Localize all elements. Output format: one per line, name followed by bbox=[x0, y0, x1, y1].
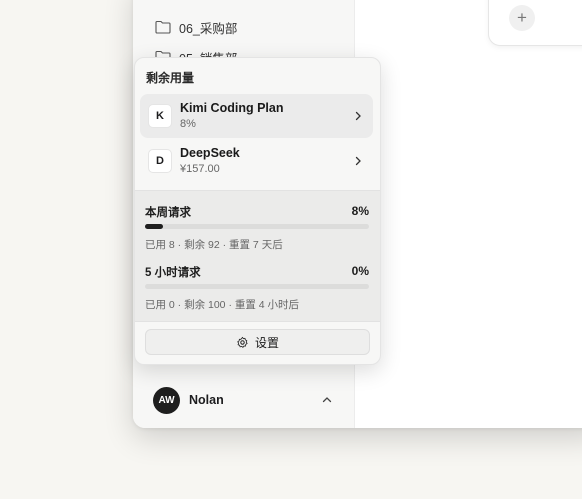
plan-usage: 8% bbox=[180, 118, 196, 130]
five-hour-requests-label: 5 小时请求 bbox=[145, 267, 201, 279]
chevron-right-icon bbox=[355, 111, 361, 121]
five-hour-progress-bar bbox=[145, 284, 369, 289]
plus-icon[interactable]: + bbox=[509, 5, 535, 31]
content-card: + bbox=[488, 0, 582, 46]
five-hour-usage-detail: 已用 0 · 剩余 100 · 重置 4 小时后 bbox=[145, 299, 300, 311]
folder-label: 06_采购部 bbox=[179, 21, 238, 36]
weekly-requests-label: 本周请求 bbox=[145, 207, 191, 219]
avatar: AW bbox=[153, 386, 180, 414]
chevron-right-icon bbox=[355, 156, 361, 166]
settings-button[interactable]: 设置 bbox=[145, 329, 370, 355]
deepseek-logo-icon: D bbox=[148, 149, 172, 173]
kimi-logo-icon: K bbox=[148, 104, 172, 128]
plan-balance: ¥157.00 bbox=[180, 163, 220, 175]
chevron-up-icon bbox=[322, 397, 332, 403]
plan-name: DeepSeek bbox=[180, 146, 240, 160]
user-menu-button[interactable]: AW Nolan bbox=[153, 380, 333, 420]
usage-popup: 剩余用量 K Kimi Coding Plan 8% D DeepSeek ¥1… bbox=[134, 57, 381, 365]
usage-section: 本周请求 8% 已用 8 · 剩余 92 · 重置 7 天后 5 小时请求 0%… bbox=[135, 190, 380, 322]
plan-item-deepseek[interactable]: D DeepSeek ¥157.00 bbox=[140, 139, 373, 183]
user-name: Nolan bbox=[189, 393, 224, 407]
main-pane: + bbox=[355, 0, 582, 428]
plan-name: Kimi Coding Plan bbox=[180, 101, 284, 115]
weekly-requests-percent: 8% bbox=[351, 204, 369, 218]
folder-item-purchasing[interactable]: 06_采购部 bbox=[155, 16, 237, 38]
gear-icon bbox=[237, 336, 248, 348]
settings-label: 设置 bbox=[254, 335, 279, 350]
plan-item-kimi[interactable]: K Kimi Coding Plan 8% bbox=[140, 94, 373, 138]
folder-icon bbox=[155, 20, 171, 34]
five-hour-requests-percent: 0% bbox=[351, 264, 369, 278]
weekly-progress-bar bbox=[145, 224, 369, 229]
popup-title: 剩余用量 bbox=[146, 71, 195, 85]
weekly-progress-fill bbox=[145, 224, 163, 229]
weekly-usage-detail: 已用 8 · 剩余 92 · 重置 7 天后 bbox=[145, 239, 283, 251]
